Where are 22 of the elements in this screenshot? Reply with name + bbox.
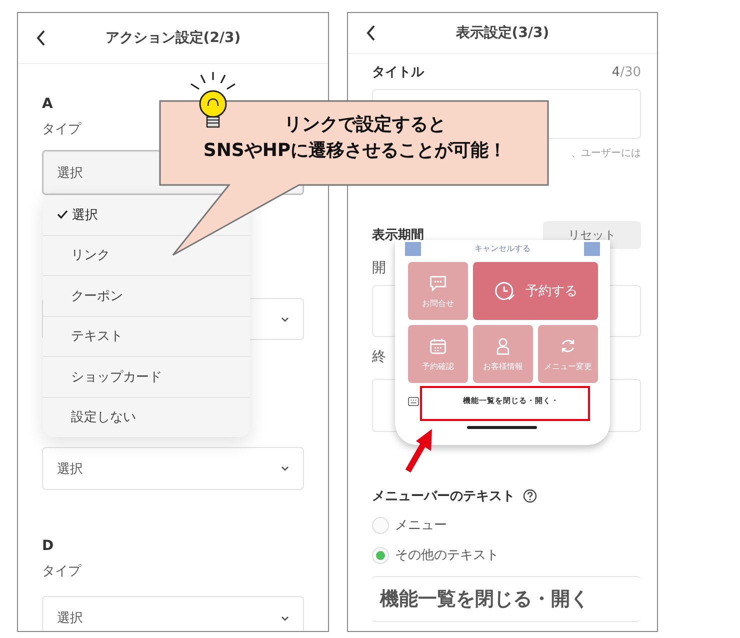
- field-label: タイトル: [372, 64, 424, 81]
- field-label: タイプ: [42, 121, 81, 139]
- screen-title: アクション設定(2/3): [105, 29, 241, 47]
- tile-label: お客様情報: [483, 360, 523, 372]
- field-label: 開: [372, 259, 386, 278]
- tile-label: 予約する: [526, 283, 578, 300]
- section-heading: A: [42, 96, 53, 112]
- section-heading: D: [42, 538, 54, 554]
- helper-text: 、ユーザーには: [571, 147, 641, 161]
- tile-label: メニュー変更: [544, 360, 592, 372]
- tile-label: 予約確認: [422, 360, 454, 372]
- field-label: 表示期間: [372, 227, 424, 244]
- radio-label: その他のテキスト: [395, 547, 499, 564]
- field-label: メニューバーのテキスト: [372, 488, 515, 505]
- tile-label: お問合せ: [422, 298, 454, 308]
- callout-text: SNSやHPに遷移させることが可能！: [203, 139, 507, 163]
- screen-title: 表示設定(3/3): [456, 24, 550, 42]
- character-counter: 4/30: [612, 64, 641, 80]
- field-label: 終: [372, 348, 386, 367]
- radio-label: メニュー: [395, 517, 447, 534]
- callout-text: リンクで設定すると: [284, 113, 446, 137]
- field-label: タイプ: [42, 563, 81, 581]
